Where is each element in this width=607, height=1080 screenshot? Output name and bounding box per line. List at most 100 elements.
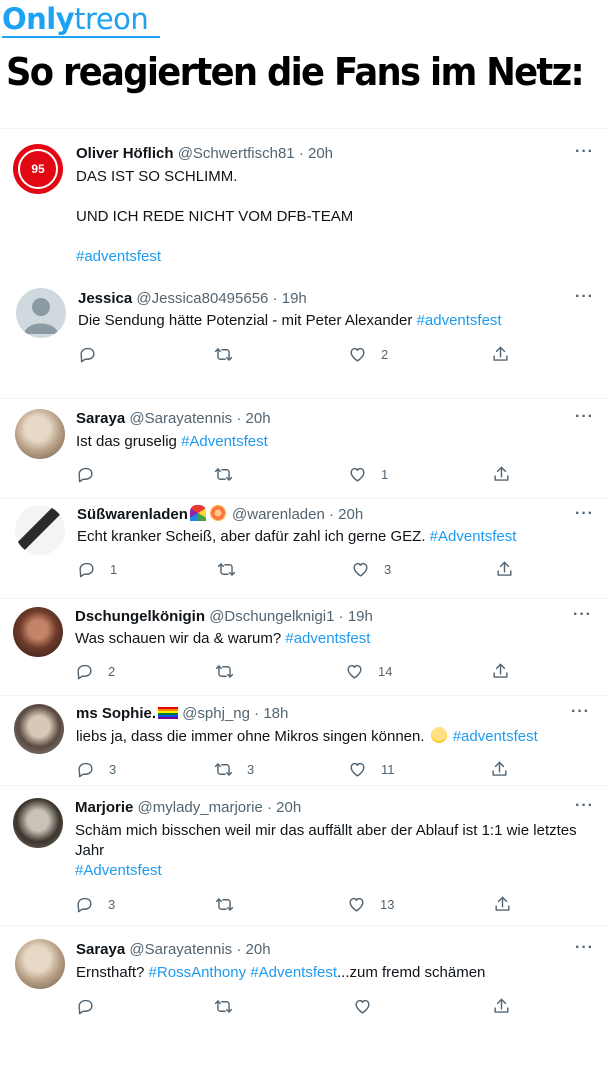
author-handle[interactable]: @warenladen: [232, 506, 325, 523]
hashtag-link[interactable]: #RossAnthony: [149, 964, 247, 981]
author-name[interactable]: Saraya: [76, 941, 125, 958]
tweet-card[interactable]: Dschungelkönigin @Dschungelknigi1 · 19h …: [0, 598, 607, 695]
like-button[interactable]: 14: [345, 661, 392, 681]
retweet-button[interactable]: [215, 661, 248, 681]
timestamp[interactable]: 19h: [282, 290, 307, 307]
retweet-icon: [215, 897, 234, 911]
reply-count: 2: [108, 663, 116, 679]
retweet-button[interactable]: [214, 344, 247, 364]
retweet-button[interactable]: [214, 996, 247, 1016]
more-icon[interactable]: ···: [571, 703, 590, 721]
like-button[interactable]: 2: [348, 344, 388, 364]
more-icon[interactable]: ···: [575, 408, 594, 426]
timestamp[interactable]: 20h: [246, 410, 271, 427]
avatar[interactable]: 95: [13, 144, 63, 194]
like-count: 2: [381, 346, 389, 362]
reply-button[interactable]: [76, 996, 109, 1016]
retweet-button[interactable]: [217, 559, 250, 579]
author-handle[interactable]: @Schwertfisch81: [178, 145, 295, 162]
hashtag-link[interactable]: #Adventsfest: [75, 861, 600, 881]
tweet-card[interactable]: Saraya @Sarayatennis · 20h ··· Ist das g…: [0, 398, 607, 498]
hashtag-link[interactable]: #Adventsfest: [250, 964, 337, 981]
share-button[interactable]: [491, 661, 510, 681]
tweet-card[interactable]: Süßwarenladen @warenladen · 20h ··· Echt…: [0, 498, 607, 598]
author-handle[interactable]: @Dschungelknigi1: [209, 608, 334, 625]
hashtag-link[interactable]: #Adventsfest: [430, 528, 517, 545]
timestamp[interactable]: 18h: [263, 705, 288, 722]
tweet-text-content: liebs ja, dass die immer ohne Mikros sin…: [76, 728, 429, 745]
like-button[interactable]: 13: [347, 894, 394, 914]
hashtag-link[interactable]: #adventsfest: [76, 247, 596, 267]
more-icon[interactable]: ···: [575, 797, 594, 815]
share-icon: [492, 761, 507, 776]
reply-button[interactable]: 2: [75, 661, 115, 681]
separator-dot: ·: [254, 705, 260, 722]
avatar[interactable]: [15, 505, 65, 555]
like-button[interactable]: 1: [348, 464, 388, 484]
reply-button[interactable]: [78, 344, 111, 364]
avatar[interactable]: [15, 409, 65, 459]
author-name[interactable]: Oliver Höflich: [76, 145, 174, 162]
timestamp[interactable]: 20h: [308, 145, 333, 162]
like-button[interactable]: 3: [351, 559, 391, 579]
reply-button[interactable]: [76, 464, 109, 484]
share-button[interactable]: [493, 894, 512, 914]
like-button[interactable]: [353, 996, 386, 1016]
avatar[interactable]: [13, 798, 63, 848]
hashtag-link[interactable]: #adventsfest: [453, 728, 538, 745]
share-button[interactable]: [490, 759, 509, 779]
avatar[interactable]: [13, 607, 63, 657]
tweet-card[interactable]: 95 Oliver Höflich @Schwertfisch81 · 20h …: [0, 128, 607, 278]
tweet-card[interactable]: Jessica @Jessica80495656 · 19h ··· Die S…: [0, 278, 607, 398]
author-name[interactable]: ms Sophie.: [76, 705, 156, 722]
author-handle[interactable]: @sphj_ng: [182, 705, 250, 722]
more-icon[interactable]: ···: [573, 606, 592, 624]
separator-dot: ·: [272, 290, 278, 307]
hashtag-link[interactable]: #adventsfest: [417, 312, 502, 329]
hashtag-link[interactable]: #adventsfest: [285, 630, 370, 647]
more-icon[interactable]: ···: [575, 288, 594, 306]
avatar[interactable]: [14, 704, 64, 754]
reply-button[interactable]: 3: [76, 759, 116, 779]
hashtag-link[interactable]: #Adventsfest: [181, 433, 268, 450]
action-bar: [76, 996, 516, 1016]
timestamp[interactable]: 20h: [338, 506, 363, 523]
tweet-header: ms Sophie. @sphj_ng · 18h: [76, 704, 288, 724]
author-handle[interactable]: @Sarayatennis: [129, 410, 232, 427]
timestamp[interactable]: 20h: [246, 941, 271, 958]
tweet-text-line: UND ICH REDE NICHT VOM DFB-TEAM: [76, 208, 354, 225]
author-name[interactable]: Süßwarenladen: [77, 506, 188, 523]
author-name[interactable]: Jessica: [78, 290, 132, 307]
tweet-card[interactable]: Saraya @Sarayatennis · 20h ··· Ernsthaft…: [0, 925, 607, 1030]
rainbow-flag-icon: [158, 707, 179, 719]
action-bar: 3 3 11: [76, 759, 516, 779]
relieved-face-icon: [430, 727, 447, 743]
share-button[interactable]: [495, 559, 514, 579]
avatar[interactable]: [16, 288, 66, 338]
timestamp[interactable]: 19h: [348, 608, 373, 625]
timestamp[interactable]: 20h: [276, 799, 301, 816]
author-handle[interactable]: @Jessica80495656: [136, 290, 268, 307]
watermark-brand-second: treon: [74, 2, 149, 36]
more-icon[interactable]: ···: [575, 939, 594, 957]
share-button[interactable]: [492, 996, 511, 1016]
more-icon[interactable]: ···: [575, 143, 594, 161]
tweet-card[interactable]: ms Sophie. @sphj_ng · 18h ··· liebs ja, …: [0, 695, 607, 785]
reply-button[interactable]: 1: [77, 559, 117, 579]
tweet-card[interactable]: Marjorie @mylady_marjorie · 20h ··· Schä…: [0, 785, 607, 925]
retweet-button[interactable]: [214, 464, 247, 484]
share-button[interactable]: [491, 344, 510, 364]
author-name[interactable]: Dschungelkönigin: [75, 608, 205, 625]
reply-button[interactable]: 3: [75, 894, 115, 914]
more-icon[interactable]: ···: [575, 505, 594, 523]
avatar[interactable]: [15, 939, 65, 989]
retweet-button[interactable]: 3: [214, 759, 254, 779]
tweet-text: Ernsthaft? #RossAnthony #Adventsfest...z…: [76, 963, 596, 983]
author-handle[interactable]: @mylady_marjorie: [138, 799, 263, 816]
retweet-button[interactable]: [215, 894, 248, 914]
author-name[interactable]: Marjorie: [75, 799, 133, 816]
author-name[interactable]: Saraya: [76, 410, 125, 427]
share-button[interactable]: [492, 464, 511, 484]
author-handle[interactable]: @Sarayatennis: [129, 941, 232, 958]
like-button[interactable]: 11: [348, 759, 395, 779]
